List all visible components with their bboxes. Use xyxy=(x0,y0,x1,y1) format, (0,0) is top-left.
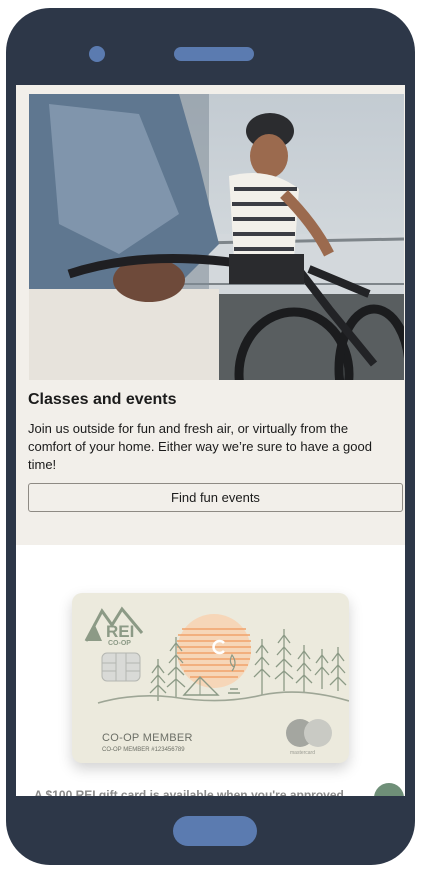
mastercard-icon xyxy=(286,719,332,747)
rei-logo: REI CO-OP xyxy=(84,606,144,647)
front-camera xyxy=(89,46,105,62)
member-card-section: REI CO-OP CO-OP MEMBER CO-OP MEMBER #123… xyxy=(16,545,405,796)
member-number: CO-OP MEMBER #123456789 xyxy=(102,747,185,753)
rei-member-card: REI CO-OP CO-OP MEMBER CO-OP MEMBER #123… xyxy=(72,593,349,763)
events-title: Classes and events xyxy=(28,391,177,408)
rei-logo-text: REI xyxy=(106,622,134,641)
earpiece-speaker xyxy=(174,47,254,61)
phone-frame: Classes and events Join us outside for f… xyxy=(6,8,415,865)
classes-events-section: Classes and events Join us outside for f… xyxy=(16,85,405,545)
find-fun-events-button[interactable]: Find fun events xyxy=(28,483,403,512)
member-name: CO-OP MEMBER xyxy=(102,732,193,744)
gift-card-offer-text: A $100 REI gift card is available when y… xyxy=(34,788,344,796)
home-button[interactable] xyxy=(173,816,257,846)
rei-logo-subtext: CO-OP xyxy=(108,640,131,647)
app-screen[interactable]: Classes and events Join us outside for f… xyxy=(16,85,405,796)
cyclists-hero-image xyxy=(29,94,404,380)
mastercard-label: mastercard xyxy=(290,750,316,756)
events-description: Join us outside for fun and fresh air, o… xyxy=(28,421,372,472)
